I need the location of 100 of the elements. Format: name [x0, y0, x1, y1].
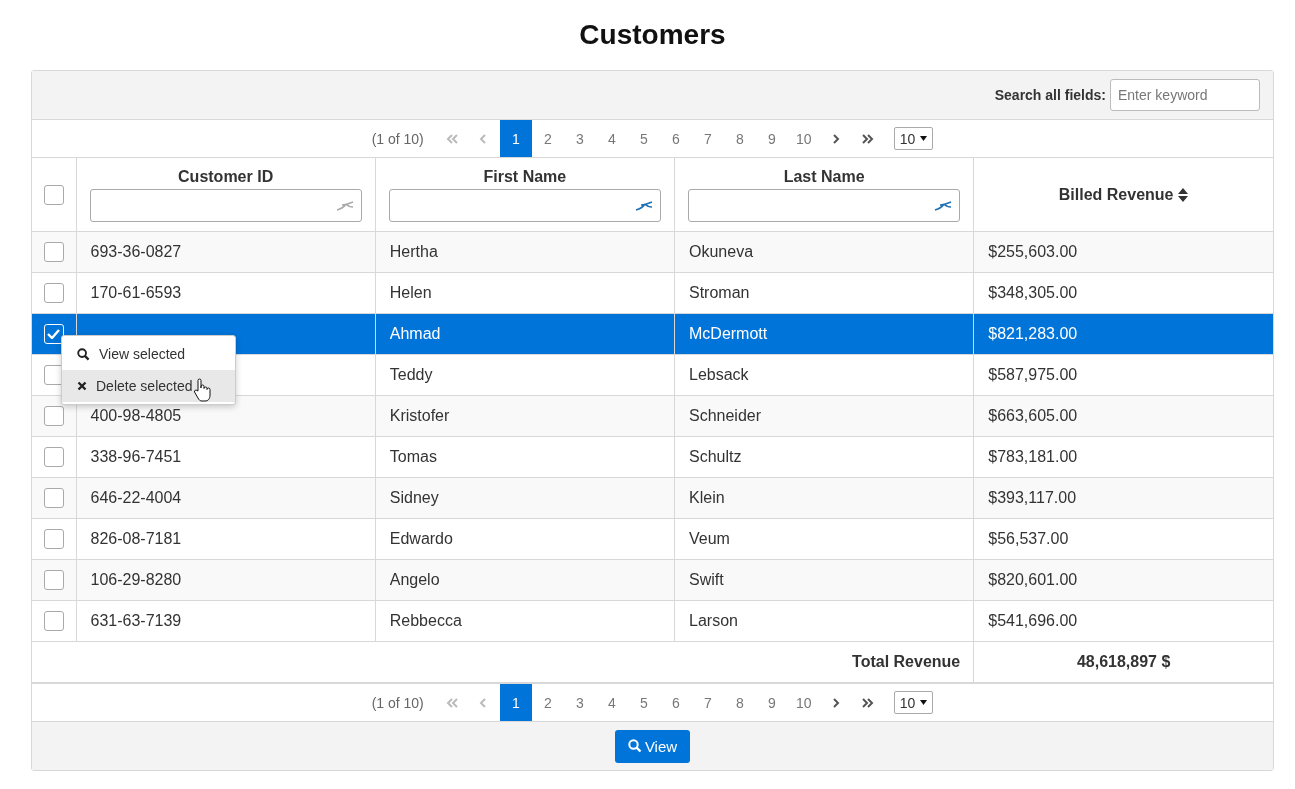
- page-button[interactable]: 7: [691, 120, 724, 157]
- column-filter-field[interactable]: [89, 188, 362, 222]
- table-cell: Edwardo: [389, 530, 453, 547]
- table-cell: 826-08-7181: [90, 530, 182, 547]
- table-cell: Stroman: [689, 284, 750, 301]
- table-cell: $821,283.00: [988, 325, 1078, 342]
- menu-item[interactable]: Delete selected: [62, 370, 235, 402]
- table-cell: $56,537.00: [988, 530, 1069, 547]
- table-cell: Larson: [689, 612, 738, 629]
- table-cell: Klein: [689, 489, 725, 506]
- page-button[interactable]: 1: [499, 684, 532, 721]
- table-cell: Kristofer: [389, 407, 450, 424]
- column-filter-field[interactable]: [688, 188, 961, 222]
- table-cell: Swift: [689, 571, 724, 588]
- page-summary: (1 of 10): [371, 694, 424, 711]
- page-button[interactable]: 8: [723, 684, 756, 721]
- table-cell: $587,975.00: [988, 366, 1078, 383]
- view-button[interactable]: View: [614, 729, 691, 763]
- dropdown-arrow-icon: [920, 700, 928, 705]
- table-cell: Schneider: [689, 407, 762, 424]
- last-arrow-icon: [861, 132, 874, 145]
- select-all-checkbox[interactable]: [43, 184, 64, 205]
- page-button[interactable]: 5: [627, 120, 660, 157]
- page-button[interactable]: 9: [755, 684, 788, 721]
- check-icon: [47, 329, 61, 339]
- table-cell: McDermott: [689, 325, 768, 342]
- page-button[interactable]: 5: [627, 684, 660, 721]
- table-row[interactable]: 646-22-4004 Sidney Klein $393,117.00: [32, 477, 1273, 519]
- last-arrow-icon: [861, 696, 874, 709]
- table-cell: Sidney: [389, 489, 439, 506]
- page-title: Customers: [578, 18, 727, 52]
- page-button[interactable]: 4: [595, 684, 628, 721]
- row-checkbox[interactable]: [43, 406, 64, 426]
- table-cell: $348,305.00: [988, 284, 1078, 301]
- page-button[interactable]: 2: [531, 120, 564, 157]
- table-cell: Okuneva: [689, 243, 754, 260]
- table-cell: Rebbecca: [389, 612, 462, 629]
- table-cell: Schultz: [689, 448, 742, 465]
- page-button[interactable]: 3: [563, 684, 596, 721]
- row-checkbox[interactable]: [43, 365, 64, 385]
- search-field[interactable]: Enter keyword: [1110, 79, 1260, 111]
- page-button[interactable]: 3: [563, 120, 596, 157]
- first-arrow-icon: [445, 696, 458, 709]
- rows-per-page-select[interactable]: 10: [893, 691, 934, 714]
- table-cell: Ahmad: [389, 325, 441, 342]
- table-cell: Veum: [689, 530, 730, 547]
- page-button[interactable]: 7: [691, 684, 724, 721]
- search-icon: [77, 347, 90, 361]
- page-button[interactable]: 10: [787, 684, 820, 721]
- table-cell: Lebsack: [689, 366, 749, 383]
- table-row[interactable]: 631-63-7139 Rebbecca Larson $541,696.00: [32, 600, 1273, 642]
- page-button[interactable]: 9: [755, 120, 788, 157]
- table-cell: Tomas: [389, 448, 437, 465]
- table-row[interactable]: 338-96-7451 Tomas Schultz $783,181.00: [32, 436, 1273, 478]
- row-checkbox[interactable]: [43, 611, 64, 631]
- page-button[interactable]: 2: [531, 684, 564, 721]
- page-button[interactable]: 6: [659, 120, 692, 157]
- dropdown-arrow-icon: [920, 136, 928, 141]
- table-cell: $663,605.00: [988, 407, 1078, 424]
- table-cell: 170-61-6593: [90, 284, 182, 301]
- close-icon: [77, 381, 87, 391]
- row-checkbox[interactable]: [43, 488, 64, 508]
- row-checkbox[interactable]: [43, 570, 64, 590]
- table-cell: 106-29-8280: [90, 571, 182, 588]
- sort-icon: [1178, 187, 1189, 202]
- search-icon: [627, 739, 642, 753]
- hand-cursor-icon: [193, 378, 211, 402]
- page-button[interactable]: 4: [595, 120, 628, 157]
- table-cell: $255,603.00: [988, 243, 1078, 260]
- table-cell: $393,117.00: [988, 489, 1077, 506]
- total-value: 48,618,897 $: [1076, 653, 1171, 670]
- row-checkbox[interactable]: [43, 529, 64, 549]
- table-cell: Teddy: [389, 366, 433, 383]
- table-row[interactable]: 106-29-8280 Angelo Swift $820,601.00: [32, 559, 1273, 601]
- table-cell: $783,181.00: [988, 448, 1078, 465]
- rows-per-page-select[interactable]: 10: [893, 127, 934, 150]
- table-row[interactable]: 693-36-0827 Hertha Okuneva $255,603.00: [32, 231, 1273, 273]
- table-row[interactable]: 826-08-7181 Edwardo Veum $56,537.00: [32, 518, 1273, 560]
- page-summary: (1 of 10): [371, 130, 424, 147]
- table-cell: Helen: [389, 284, 432, 301]
- table-row[interactable]: 170-61-6593 Helen Stroman $348,305.00: [32, 272, 1273, 314]
- table-cell: 646-22-4004: [90, 489, 182, 506]
- table-cell: 693-36-0827: [90, 243, 182, 260]
- table-cell: 338-96-7451: [90, 448, 182, 465]
- page-button[interactable]: 1: [499, 120, 532, 157]
- column-header[interactable]: Billed Revenue: [987, 185, 1260, 204]
- table-cell: Hertha: [389, 243, 438, 260]
- first-arrow-icon: [445, 132, 458, 145]
- row-checkbox[interactable]: [43, 447, 64, 467]
- table-cell: $541,696.00: [988, 612, 1078, 629]
- search-label: Search all fields:: [994, 87, 1106, 103]
- total-label: Total Revenue: [852, 653, 961, 670]
- page-button[interactable]: 8: [723, 120, 756, 157]
- table-row[interactable]: 400-98-4805 Kristofer Schneider $663,605.00: [32, 395, 1273, 437]
- row-checkbox[interactable]: [43, 283, 64, 303]
- page-button[interactable]: 6: [659, 684, 692, 721]
- table-cell: 400-98-4805: [90, 407, 182, 424]
- page-button[interactable]: 10: [787, 120, 820, 157]
- column-filter-field[interactable]: [388, 188, 661, 222]
- row-checkbox[interactable]: [43, 242, 64, 262]
